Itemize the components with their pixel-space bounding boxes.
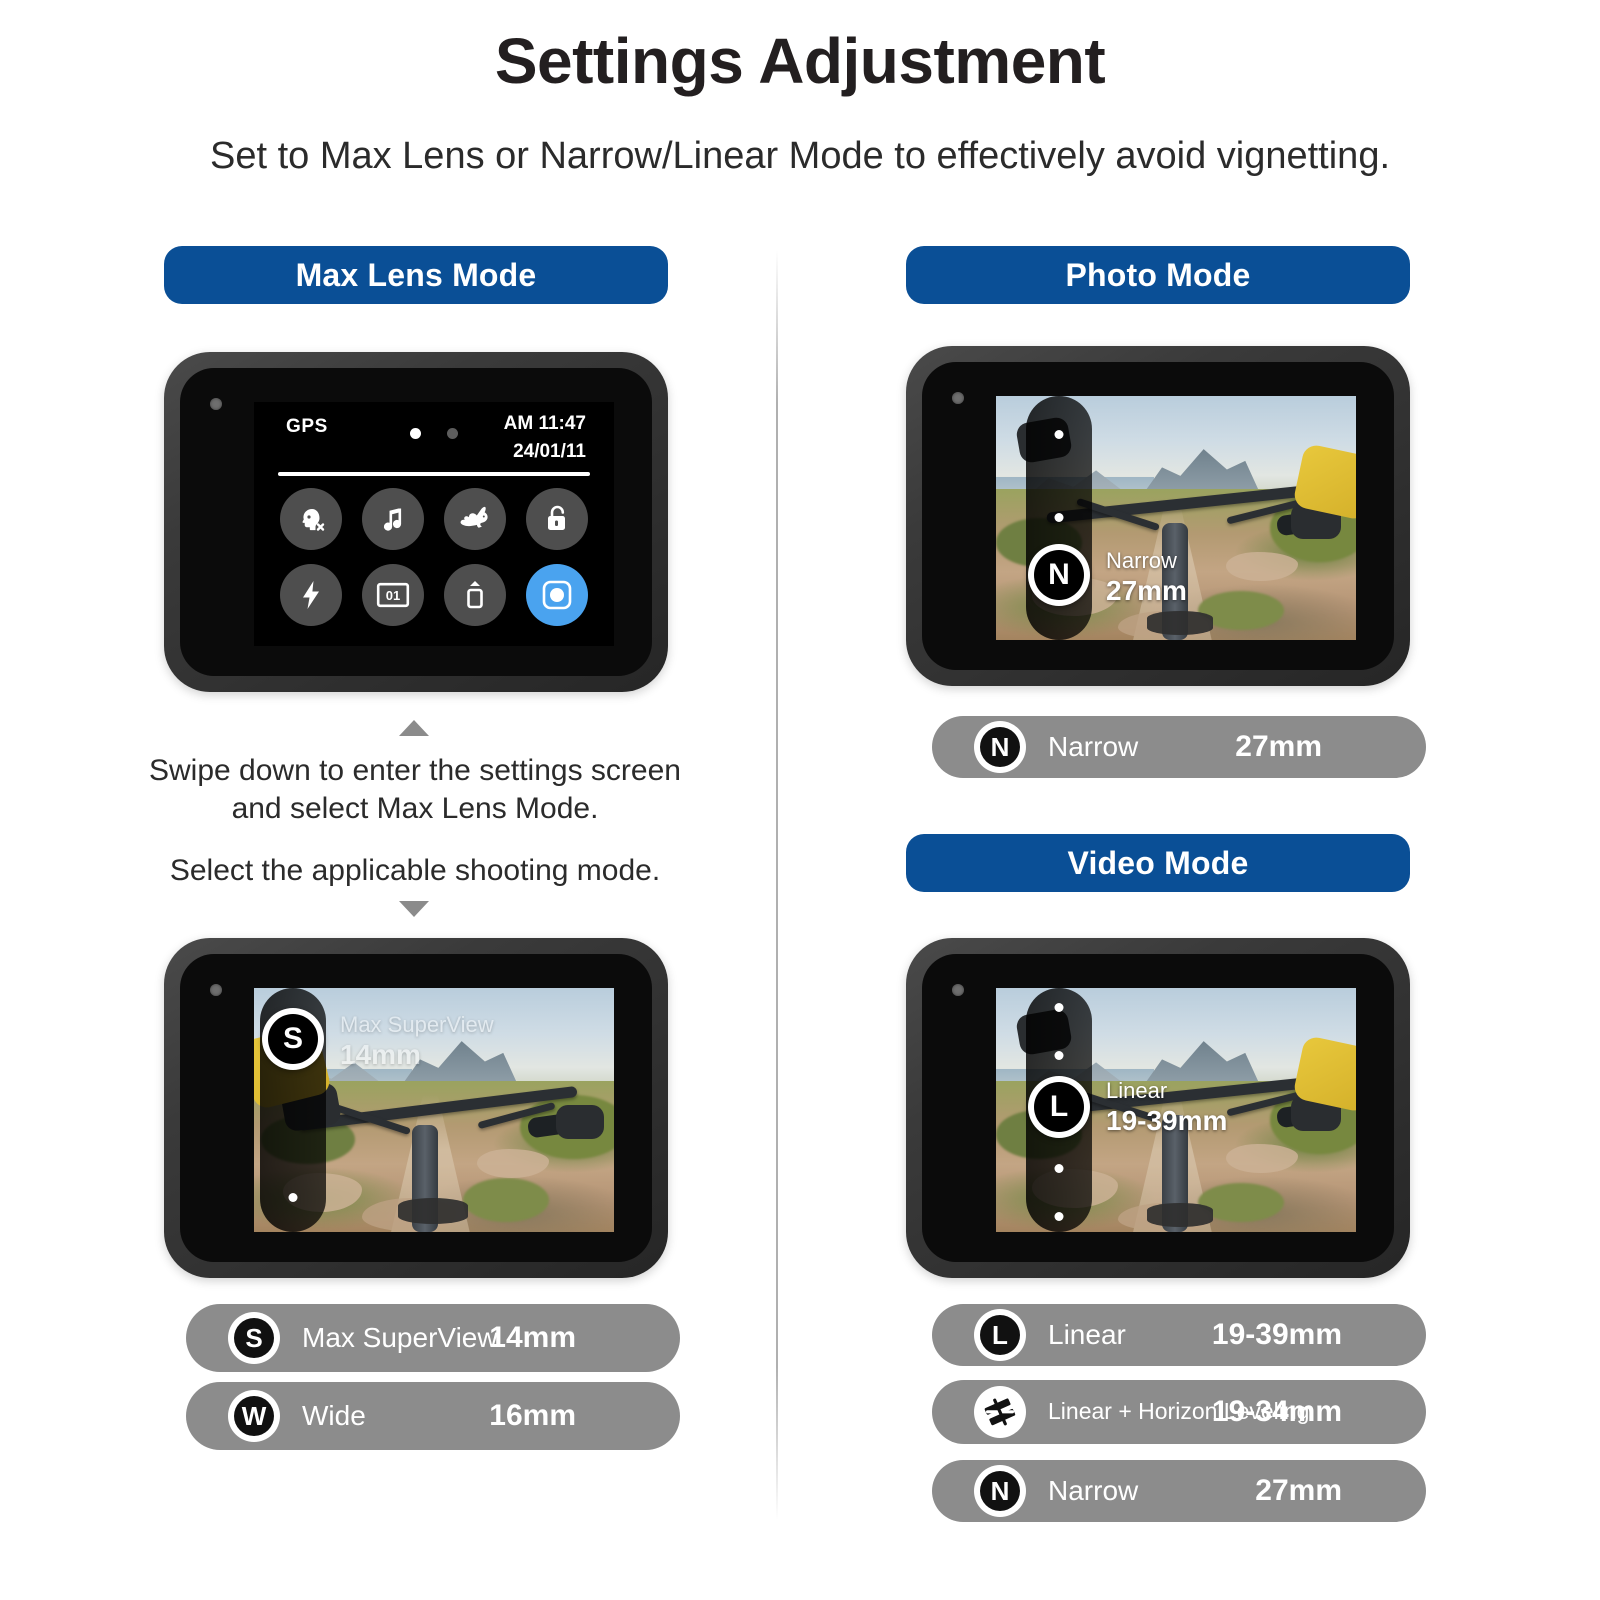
camera-preview-max-superview: S Max SuperView 14mm <box>164 938 668 1278</box>
status-date: 24/01/11 <box>513 440 586 462</box>
badge-letter: S <box>234 1318 274 1358</box>
spec-value: 16mm <box>489 1399 576 1432</box>
settings-tile-row-2: 01 <box>280 564 588 626</box>
preview-focal-length: 14mm <box>340 1039 421 1071</box>
preview-overlay-label: Linear 19-39mm <box>1106 1078 1227 1138</box>
camera-settings-screen: GPS AM 11:47 24/01/11 01 <box>164 352 668 692</box>
spec-name: Linear <box>1048 1319 1126 1350</box>
status-bar: GPS AM 11:47 24/01/11 <box>254 402 614 468</box>
bike-preview-image: S Max SuperView 14mm <box>254 988 614 1232</box>
page-title: Settings Adjustment <box>494 25 1106 97</box>
lens-badge-letter: L <box>1034 1082 1084 1132</box>
infographic-page: Settings Adjustment Set to Max Lens or N… <box>0 0 1600 1600</box>
spec-pill-narrow-video: N Narrow 27mm <box>932 1460 1426 1522</box>
spec-pill-narrow-photo: N Narrow 27mm <box>932 716 1426 778</box>
preview-mode-name: Narrow <box>1106 548 1177 573</box>
lens-badge-overlay: L <box>1028 1076 1090 1138</box>
arrow-down-icon <box>399 901 429 917</box>
lens-badge-overlay: S <box>262 1008 324 1070</box>
badge-w: W <box>228 1390 280 1442</box>
badge-letter: N <box>980 1471 1020 1511</box>
camera-sensor-dot <box>952 984 964 996</box>
status-divider <box>278 472 590 476</box>
camera-bezel: S Max SuperView 14mm <box>180 954 652 1262</box>
spec-value: 27mm <box>1235 730 1322 763</box>
beeps-sound-icon[interactable] <box>362 488 424 550</box>
lens-badge-letter: S <box>268 1014 318 1064</box>
instruction-note-2: Select the applicable shooting mode. <box>169 854 661 887</box>
camera-preview-photo-mode: N Narrow 27mm <box>906 346 1410 686</box>
camera-bezel: N Narrow 27mm <box>922 362 1394 670</box>
heading-max-lens-mode: Max Lens Mode <box>164 246 668 304</box>
spec-value: 19-34mm <box>1211 1395 1342 1428</box>
preview-screen: L Linear 19-39mm <box>996 988 1356 1232</box>
spec-name: Narrow <box>1048 1475 1139 1506</box>
status-time-date: AM 11:47 24/01/11 <box>504 410 586 465</box>
lens-badge-letter: N <box>1034 550 1084 600</box>
badge-letter: N <box>980 727 1020 767</box>
svg-text:01: 01 <box>386 588 400 603</box>
camera-preview-video-mode: L Linear 19-39mm <box>906 938 1410 1278</box>
badge-n: N <box>974 721 1026 773</box>
instruction-note-1: Swipe down to enter the settings screen … <box>149 754 681 826</box>
status-time: AM 11:47 <box>503 413 586 434</box>
frame-counter-01-icon[interactable]: 01 <box>362 564 424 626</box>
hyper-speed-rabbit-icon[interactable] <box>444 488 506 550</box>
settings-screen: GPS AM 11:47 24/01/11 01 <box>254 402 614 646</box>
camera-bezel: L Linear 19-39mm <box>922 954 1394 1262</box>
page-dot-1 <box>410 428 421 439</box>
spec-name: Max SuperView <box>302 1322 498 1353</box>
horizon-leveling-glyph <box>984 1398 1016 1426</box>
spec-name: Wide <box>302 1400 366 1431</box>
gps-label: GPS <box>286 416 328 437</box>
camera-bezel: GPS AM 11:47 24/01/11 01 <box>180 368 652 676</box>
flash-icon[interactable] <box>280 564 342 626</box>
preview-screen: N Narrow 27mm <box>996 396 1356 640</box>
heading-photo-mode: Photo Mode <box>906 246 1410 304</box>
lens-badge-overlay: N <box>1028 544 1090 606</box>
spec-pill-linear-horizon-leveling: Linear + Horizon Leveling 19-34mm <box>932 1380 1426 1444</box>
screen-orientation-icon[interactable] <box>444 564 506 626</box>
spec-pill-linear: L Linear 19-39mm <box>932 1304 1426 1366</box>
heading-video-mode: Video Mode <box>906 834 1410 892</box>
camera-sensor-dot <box>210 398 222 410</box>
spec-pill-max-superview: S Max SuperView 14mm <box>186 1304 680 1372</box>
page-dot-2 <box>447 428 458 439</box>
bike-preview-image: N Narrow 27mm <box>996 396 1356 640</box>
voice-control-off-icon[interactable] <box>280 488 342 550</box>
spec-value: 14mm <box>489 1321 576 1354</box>
max-lens-mode-icon[interactable] <box>526 564 588 626</box>
settings-tile-row-1 <box>280 488 588 550</box>
badge-s: S <box>228 1312 280 1364</box>
arrow-up-icon <box>399 720 429 736</box>
spec-value: 27mm <box>1255 1474 1342 1507</box>
camera-sensor-dot <box>952 392 964 404</box>
preview-mode-name: Linear <box>1106 1078 1168 1103</box>
bike-preview-image: L Linear 19-39mm <box>996 988 1356 1232</box>
settings-tile-grid: 01 <box>254 488 614 626</box>
preview-overlay-label: Narrow 27mm <box>1106 548 1187 608</box>
preview-mode-name: Max SuperView <box>340 1012 494 1037</box>
badge-n: N <box>974 1465 1026 1517</box>
spec-value: 19-39mm <box>1211 1318 1342 1351</box>
badge-letter: W <box>234 1396 274 1436</box>
preview-focal-length: 27mm <box>1106 575 1187 607</box>
spec-name: Narrow <box>1048 731 1139 762</box>
screen-unlock-icon[interactable] <box>526 488 588 550</box>
horizon-leveling-icon <box>974 1386 1026 1438</box>
badge-l: L <box>974 1309 1026 1361</box>
preview-screen: S Max SuperView 14mm <box>254 988 614 1232</box>
camera-sensor-dot <box>210 984 222 996</box>
badge-letter: L <box>980 1315 1020 1355</box>
spec-pill-wide: W Wide 16mm <box>186 1382 680 1450</box>
preview-focal-length: 19-39mm <box>1106 1105 1228 1137</box>
column-divider <box>776 250 778 1520</box>
page-dots <box>410 428 458 439</box>
page-subtitle: Set to Max Lens or Narrow/Linear Mode to… <box>209 135 1391 177</box>
preview-overlay-label: Max SuperView 14mm <box>340 1012 494 1072</box>
